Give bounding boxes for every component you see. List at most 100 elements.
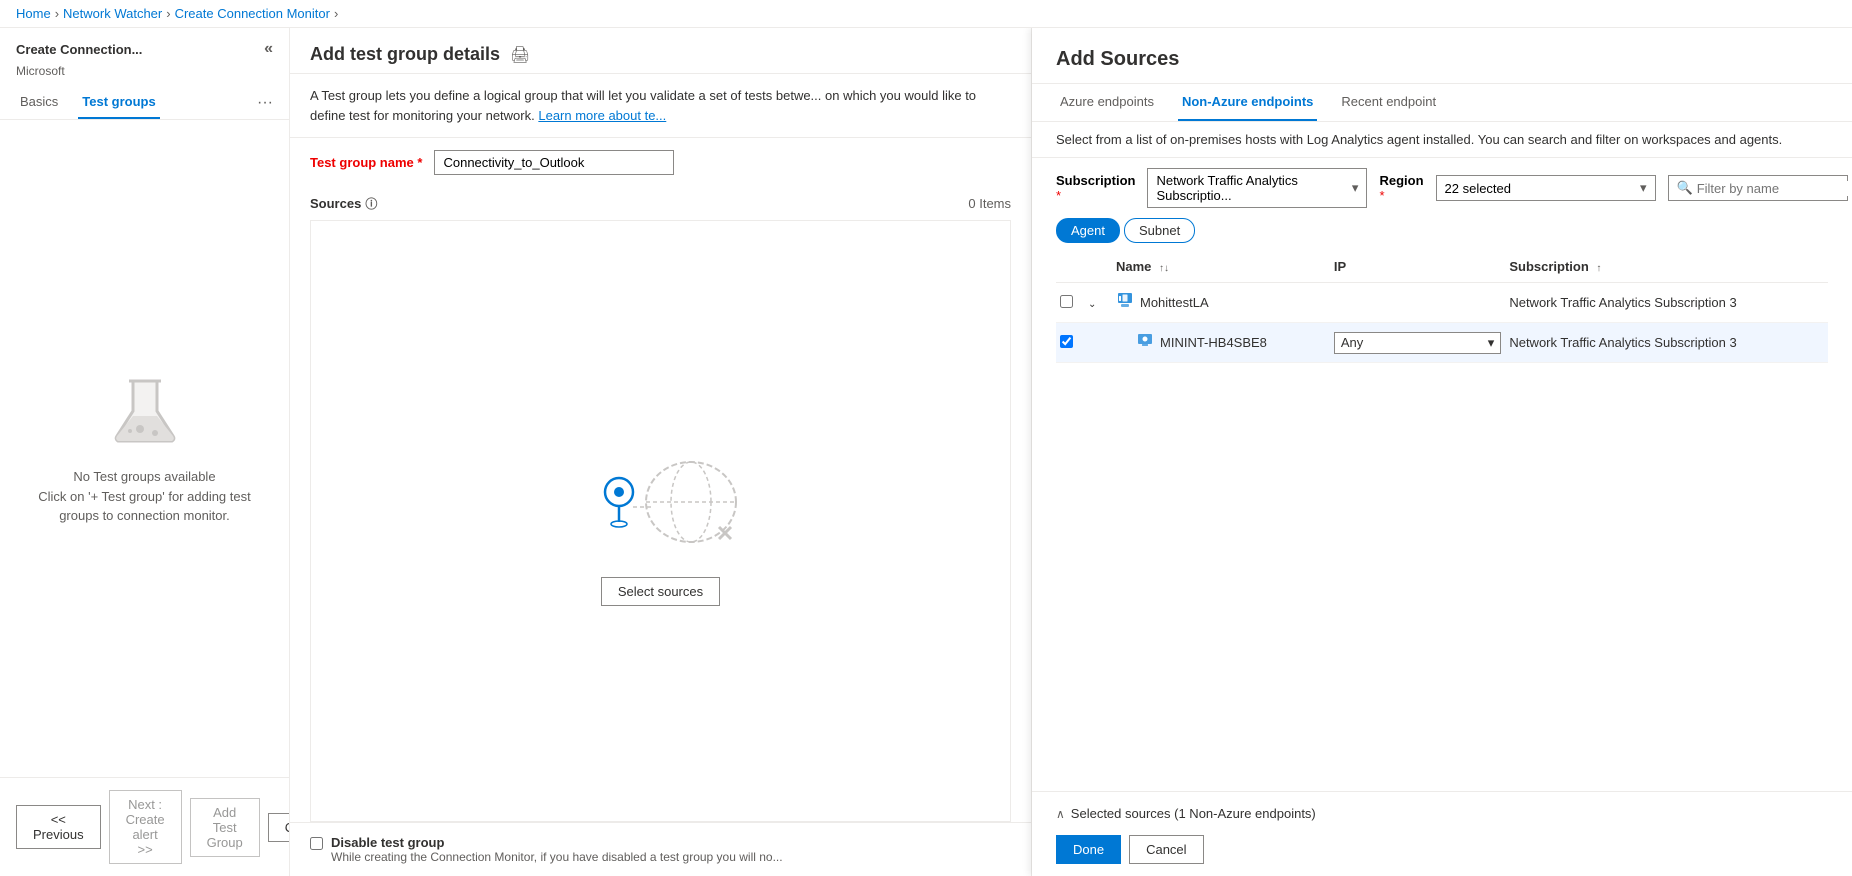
- region-label: Region *: [1379, 173, 1423, 203]
- chevron-up-icon: ∧: [1056, 807, 1065, 821]
- select-sources-button[interactable]: Select sources: [601, 577, 720, 606]
- parent-checkbox[interactable]: [1060, 295, 1073, 308]
- test-group-name-input[interactable]: [434, 150, 674, 175]
- toggle-agent-button[interactable]: Agent: [1056, 218, 1120, 243]
- child-expand-cell: [1084, 323, 1112, 363]
- disable-group-description: While creating the Connection Monitor, i…: [331, 850, 783, 864]
- cancel-button[interactable]: Cancel: [268, 813, 290, 842]
- agent-icon: [1136, 331, 1154, 354]
- subscription-chevron-down-icon: ▾: [1352, 180, 1359, 196]
- breadcrumb-home[interactable]: Home: [16, 6, 51, 21]
- table-row: MININT-HB4SBE8 Any ▾ Network Traffic Ana…: [1056, 323, 1828, 363]
- sidebar-collapse-button[interactable]: «: [264, 40, 273, 58]
- region-dropdown[interactable]: 22 selected ▾: [1436, 175, 1656, 201]
- sidebar-company: Microsoft: [0, 62, 289, 86]
- expand-chevron-down-icon[interactable]: ⌄: [1088, 299, 1096, 310]
- toggle-subnet-button[interactable]: Subnet: [1124, 218, 1195, 243]
- selected-sources-summary[interactable]: ∧ Selected sources (1 Non-Azure endpoint…: [1056, 800, 1828, 827]
- table-container: Name ↑↓ IP Subscription ↑: [1032, 251, 1852, 791]
- previous-button[interactable]: << Previous: [16, 805, 101, 849]
- sidebar: Create Connection... « Microsoft Basics …: [0, 28, 290, 876]
- disable-group: Disable test group While creating the Co…: [290, 822, 1031, 876]
- table-row: ⌄ MohittestLA Network Traffic Analyti: [1056, 283, 1828, 323]
- breadcrumb-create-connection-monitor[interactable]: Create Connection Monitor: [175, 6, 330, 21]
- right-panel-title: Add Sources: [1056, 48, 1828, 71]
- print-icon[interactable]: 🖨: [510, 45, 530, 65]
- sidebar-title-text: Create Connection...: [16, 42, 142, 57]
- region-value: 22 selected: [1445, 181, 1512, 196]
- toggle-group: Agent Subnet: [1032, 218, 1852, 251]
- name-sort-icon[interactable]: ↑↓: [1159, 263, 1169, 274]
- workspace-icon: [1116, 291, 1134, 314]
- no-groups-text: No Test groups available Click on '+ Tes…: [38, 467, 250, 526]
- parent-subscription: Network Traffic Analytics Subscription 3: [1505, 283, 1828, 323]
- tab-non-azure-endpoints[interactable]: Non-Azure endpoints: [1178, 84, 1317, 121]
- subscription-dropdown[interactable]: Network Traffic Analytics Subscriptio...…: [1147, 168, 1367, 208]
- network-illustration: [561, 437, 761, 557]
- sidebar-nav-more[interactable]: ···: [257, 94, 273, 112]
- panel-header: Add test group details 🖨: [290, 28, 1031, 74]
- parent-name: MohittestLA: [1140, 295, 1209, 310]
- sidebar-empty-state: No Test groups available Click on '+ Tes…: [0, 120, 289, 777]
- done-button[interactable]: Done: [1056, 835, 1121, 864]
- child-checkbox[interactable]: [1060, 335, 1073, 348]
- parent-checkbox-cell: [1056, 283, 1084, 323]
- col-subscription: Subscription ↑: [1505, 251, 1828, 283]
- col-checkbox: [1056, 251, 1084, 283]
- right-panel-description: Select from a list of on-premises hosts …: [1032, 122, 1852, 158]
- sources-body: Select sources: [310, 220, 1011, 822]
- breadcrumb-network-watcher[interactable]: Network Watcher: [63, 6, 162, 21]
- right-panel-footer: ∧ Selected sources (1 Non-Azure endpoint…: [1032, 791, 1852, 876]
- ip-value: Any: [1341, 335, 1363, 350]
- breadcrumb: Home › Network Watcher › Create Connecti…: [0, 0, 1852, 28]
- col-name: Name ↑↓: [1112, 251, 1330, 283]
- test-group-name-row: Test group name *: [290, 138, 1031, 187]
- col-expand: [1084, 251, 1112, 283]
- disable-group-content: Disable test group While creating the Co…: [331, 835, 783, 864]
- breadcrumb-sep3: ›: [334, 6, 338, 21]
- col-ip: IP: [1330, 251, 1505, 283]
- tab-azure-endpoints[interactable]: Azure endpoints: [1056, 84, 1158, 121]
- panel-title: Add test group details: [310, 44, 500, 65]
- right-panel: Add Sources Azure endpoints Non-Azure en…: [1032, 28, 1852, 876]
- sidebar-nav: Basics Test groups ···: [0, 86, 289, 120]
- subscription-sort-icon[interactable]: ↑: [1596, 263, 1601, 274]
- ip-chevron-down-icon: ▾: [1488, 335, 1495, 351]
- child-ip-cell: Any ▾: [1330, 323, 1505, 363]
- learn-more-link[interactable]: Learn more about te...: [538, 108, 666, 123]
- expand-cell: ⌄: [1084, 283, 1112, 323]
- breadcrumb-sep2: ›: [166, 6, 170, 21]
- add-test-group-button[interactable]: Add Test Group: [190, 798, 260, 857]
- filter-search-box[interactable]: 🔍: [1668, 175, 1848, 201]
- child-name: MININT-HB4SBE8: [1160, 335, 1267, 350]
- sidebar-bottom-bar: << Previous Next : Create alert >> Add T…: [0, 777, 289, 876]
- region-chevron-down-icon: ▾: [1640, 180, 1647, 196]
- sources-count: 0 Items: [968, 196, 1011, 211]
- subscription-value: Network Traffic Analytics Subscriptio...: [1156, 173, 1347, 203]
- footer-actions: Done Cancel: [1056, 827, 1828, 868]
- panel-description: A Test group lets you define a logical g…: [290, 74, 1031, 138]
- parent-ip: [1330, 283, 1505, 323]
- sidebar-nav-basics[interactable]: Basics: [16, 86, 62, 119]
- agents-table: Name ↑↓ IP Subscription ↑: [1056, 251, 1828, 363]
- sources-section: Sources ⓘ 0 Items: [290, 187, 1031, 822]
- disable-group-checkbox[interactable]: [310, 837, 323, 850]
- filter-input[interactable]: [1697, 181, 1852, 196]
- right-panel-header: Add Sources: [1032, 28, 1852, 84]
- subscription-label: Subscription *: [1056, 173, 1135, 203]
- child-checkbox-cell: [1056, 323, 1084, 363]
- footer-cancel-button[interactable]: Cancel: [1129, 835, 1203, 864]
- sidebar-nav-test-groups[interactable]: Test groups: [78, 86, 159, 119]
- next-button[interactable]: Next : Create alert >>: [109, 790, 182, 864]
- sources-info-icon: ⓘ: [365, 195, 377, 212]
- tabs: Azure endpoints Non-Azure endpoints Rece…: [1032, 84, 1852, 122]
- ip-dropdown[interactable]: Any ▾: [1334, 332, 1501, 354]
- parent-name-cell: MohittestLA: [1112, 283, 1330, 323]
- sources-header: Sources ⓘ 0 Items: [310, 187, 1011, 220]
- child-subscription: Network Traffic Analytics Subscription 3: [1505, 323, 1828, 363]
- disable-group-title: Disable test group: [331, 835, 783, 850]
- test-group-name-label: Test group name *: [310, 155, 422, 170]
- flask-icon: [105, 371, 185, 451]
- tab-recent-endpoint[interactable]: Recent endpoint: [1337, 84, 1440, 121]
- breadcrumb-sep1: ›: [55, 6, 59, 21]
